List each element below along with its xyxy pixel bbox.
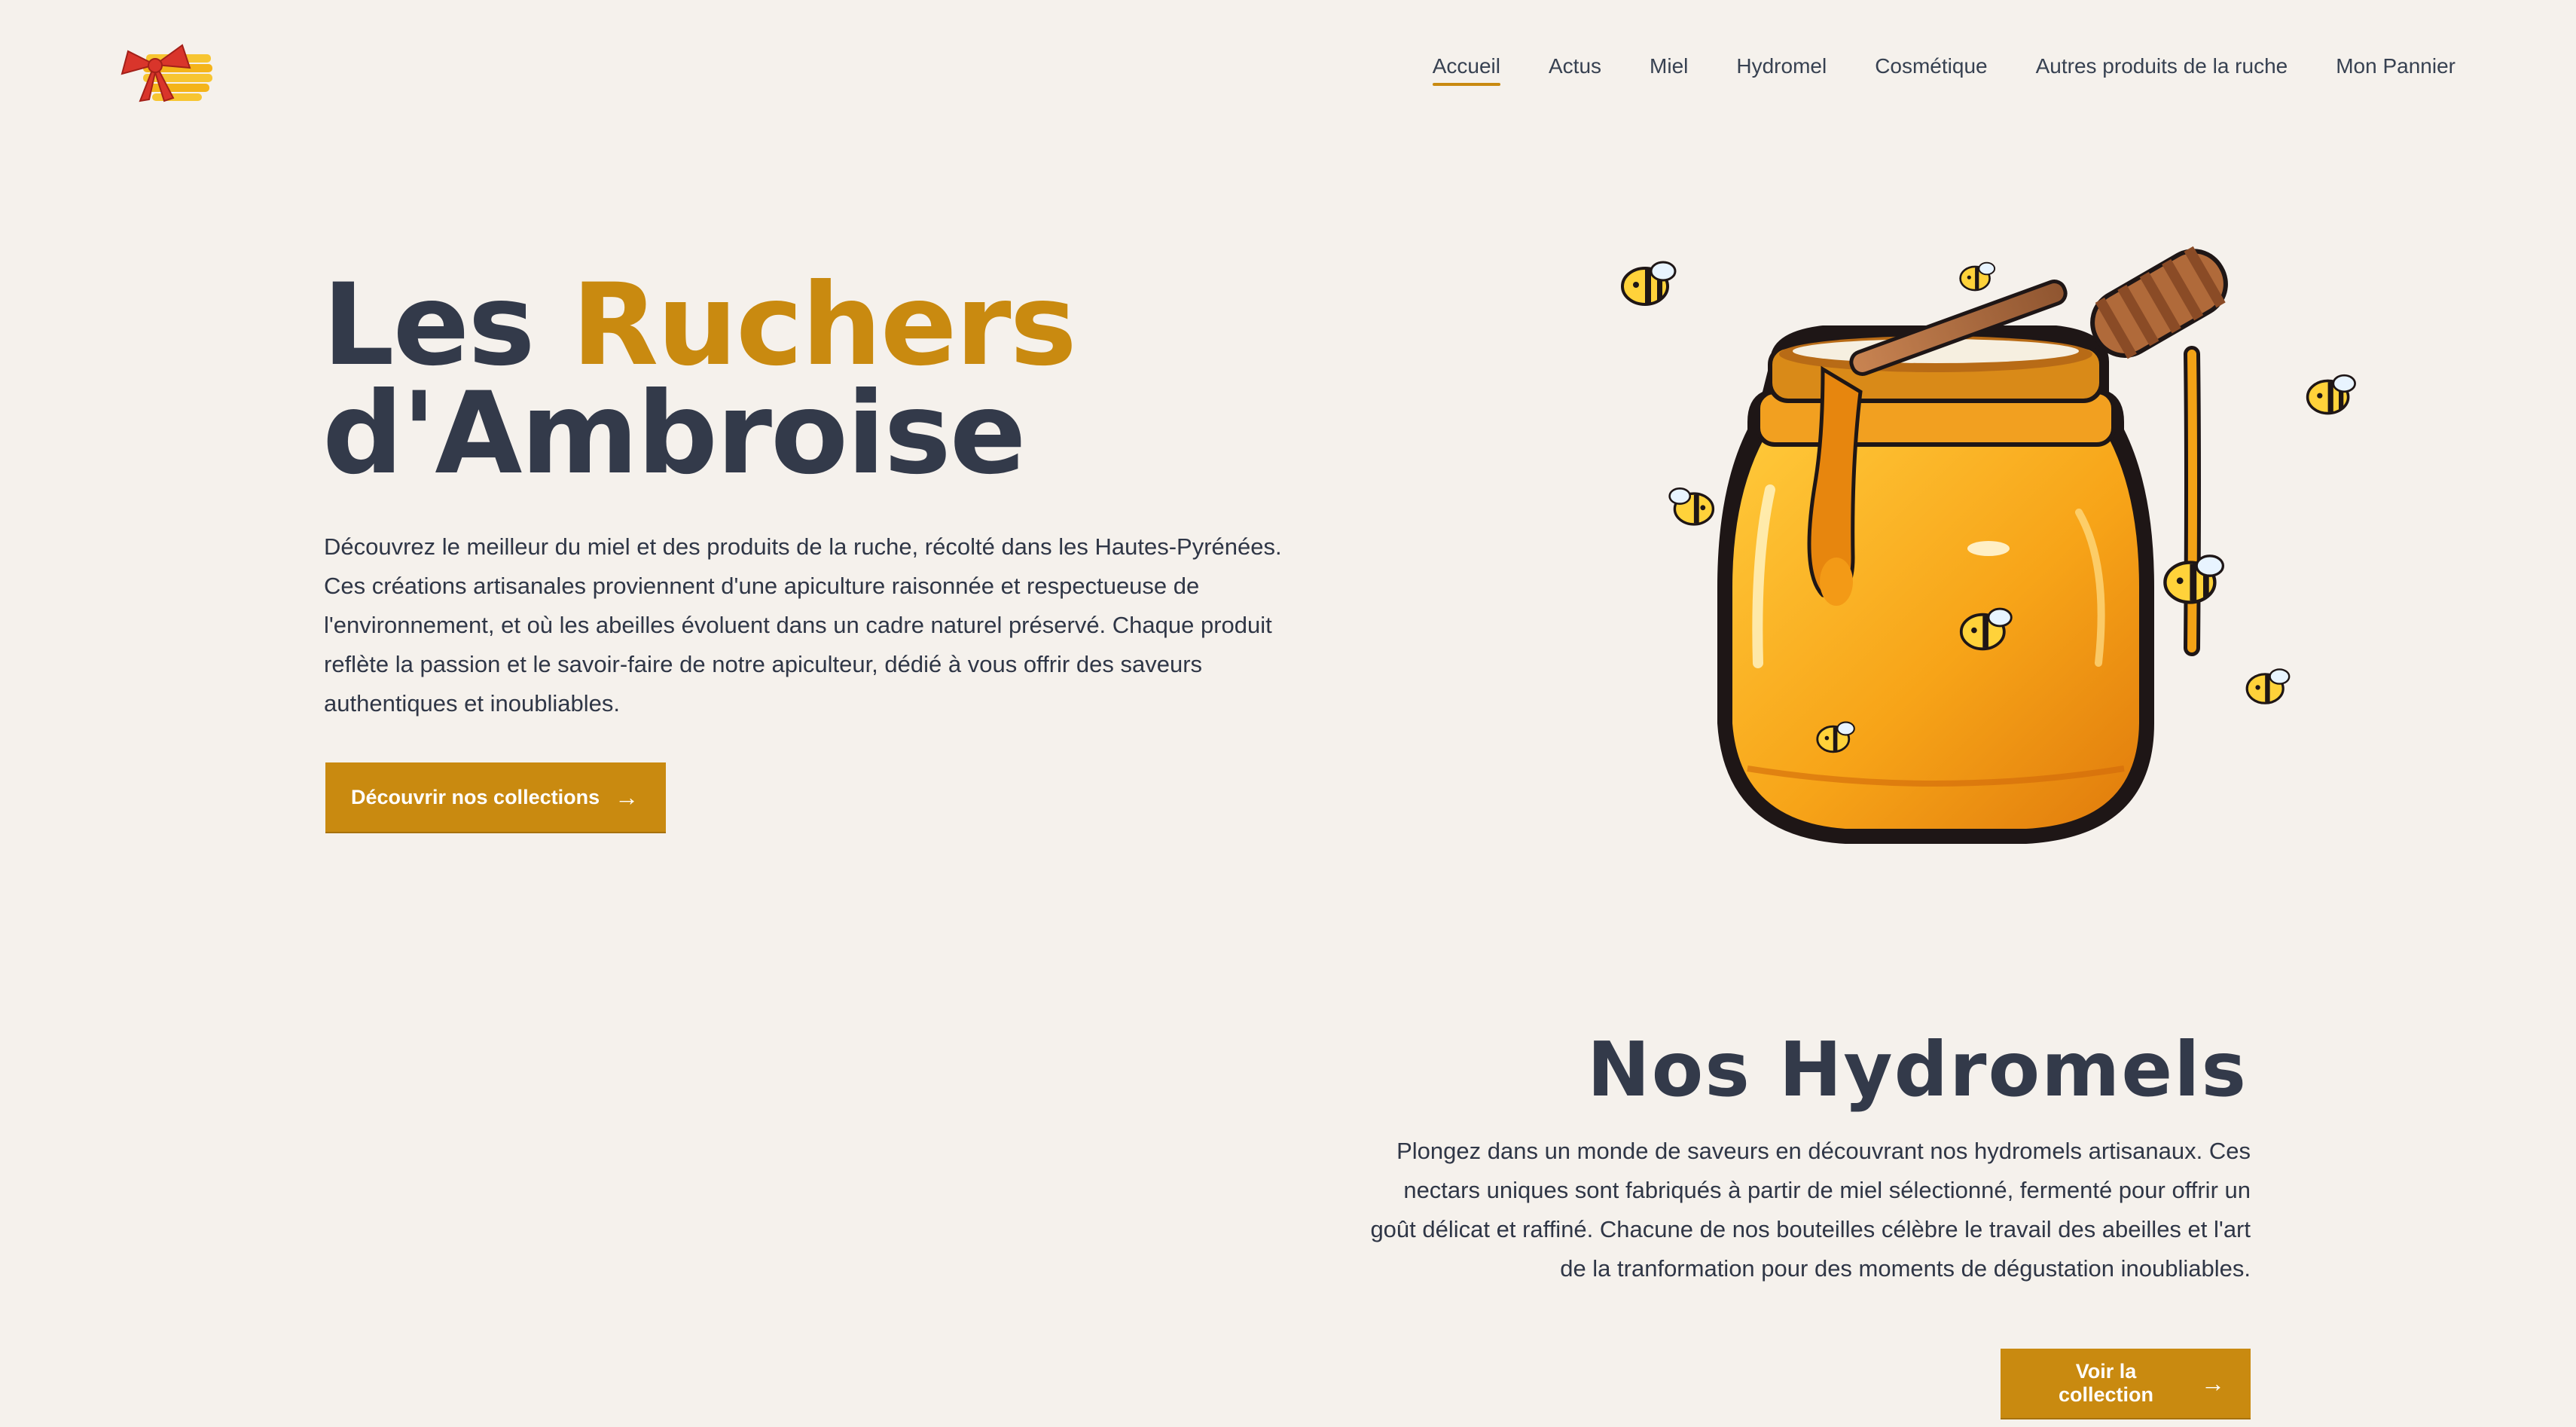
nav-item-autres-produits[interactable]: Autres produits de la ruche (2036, 54, 2288, 86)
nav-item-cosmetique[interactable]: Cosmétique (1875, 54, 1987, 86)
main-nav: Accueil Actus Miel Hydromel Cosmétique A… (1432, 54, 2455, 92)
nav-item-accueil[interactable]: Accueil (1432, 54, 1501, 86)
hydromels-section-description: Plongez dans un monde de saveurs en déco… (1370, 1138, 2251, 1282)
arrow-right-icon: → (615, 783, 639, 811)
discover-collections-label: Découvrir nos collections (351, 785, 600, 808)
hero-description: Découvrez le meilleur du miel et des pro… (324, 533, 1282, 717)
arrow-right-icon: → (2201, 1369, 2225, 1397)
view-collection-button[interactable]: Voir la collection → (2001, 1349, 2251, 1418)
honey-jar-illustration (1597, 241, 2380, 859)
discover-collections-button[interactable]: Découvrir nos collections → (325, 762, 666, 832)
nav-item-actus[interactable]: Actus (1549, 54, 1601, 86)
nav-item-panier[interactable]: Mon Pannier (2336, 54, 2455, 86)
hero-title-part2: d'Ambroise (322, 368, 1027, 500)
page: Accueil Actus Miel Hydromel Cosmétique A… (0, 0, 2576, 1427)
view-collection-label: Voir la collection (2058, 1360, 2154, 1406)
nav-item-hydromel[interactable]: Hydromel (1736, 54, 1827, 86)
beehive-bow-logo-icon[interactable] (118, 35, 215, 110)
hero-title: Les Ruchers d'Ambroise (322, 269, 1077, 490)
hydromels-section-title: Nos Hydromels (1586, 1025, 2248, 1114)
nav-item-miel[interactable]: Miel (1650, 54, 1688, 86)
